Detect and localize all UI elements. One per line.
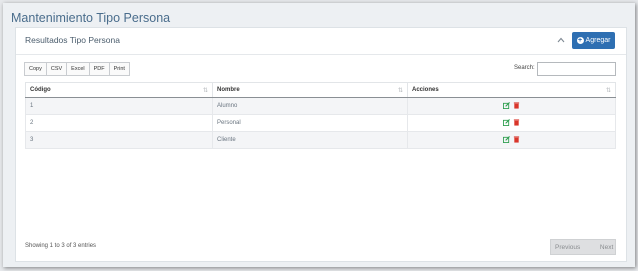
- results-panel: Resultados Tipo Persona + Agregar Copy C…: [15, 27, 627, 262]
- search-label: Search:: [514, 65, 535, 71]
- cell-codigo: 3: [25, 131, 213, 149]
- chevron-up-icon[interactable]: [557, 36, 565, 44]
- cell-nombre: Cliente: [212, 131, 408, 149]
- csv-button[interactable]: CSV: [45, 62, 68, 76]
- table-row: 3 Cliente: [25, 131, 616, 149]
- page-1-button[interactable]: 1: [584, 244, 596, 251]
- results-table: Código ⇅ Nombre ⇅ Acciones ⇅ 1 Alumno 2 …: [25, 82, 616, 149]
- page-title: Mantenimiento Tipo Persona: [11, 11, 171, 25]
- panel-header: Resultados Tipo Persona + Agregar: [16, 28, 626, 55]
- pagination: Previous 1 Next: [550, 239, 616, 255]
- header-acciones[interactable]: Acciones ⇅: [407, 82, 616, 98]
- next-button[interactable]: Next: [596, 244, 617, 251]
- table-info: Showing 1 to 3 of 3 entries: [25, 243, 97, 249]
- export-buttons: Copy CSV Excel PDF Print: [24, 62, 130, 76]
- pdf-button[interactable]: PDF: [88, 62, 110, 76]
- header-acciones-label: Acciones: [412, 87, 439, 93]
- trash-icon[interactable]: [513, 119, 520, 127]
- previous-button[interactable]: Previous: [551, 244, 584, 251]
- table-row: 1 Alumno: [25, 97, 616, 115]
- table-row: 2 Personal: [25, 114, 616, 132]
- print-button[interactable]: Print: [108, 62, 130, 76]
- excel-button[interactable]: Excel: [66, 62, 90, 76]
- header-nombre-label: Nombre: [217, 87, 240, 93]
- cell-acciones: [407, 131, 616, 149]
- page-container: Mantenimiento Tipo Persona Resultados Ti…: [3, 3, 635, 267]
- header-nombre[interactable]: Nombre ⇅: [212, 82, 408, 98]
- header-codigo-label: Código: [30, 87, 51, 93]
- edit-icon[interactable]: [502, 119, 510, 127]
- panel-title: Resultados Tipo Persona: [25, 35, 120, 45]
- cell-acciones: [407, 97, 616, 115]
- sort-asc-icon: ⇅: [202, 88, 208, 94]
- trash-icon[interactable]: [513, 136, 520, 144]
- cell-acciones: [407, 114, 616, 132]
- sort-icon: ⇅: [397, 88, 403, 94]
- add-button-label: Agregar: [585, 37, 611, 44]
- table-header-row: Código ⇅ Nombre ⇅ Acciones ⇅: [25, 82, 616, 98]
- cell-codigo: 2: [25, 114, 213, 132]
- edit-icon[interactable]: [502, 136, 510, 144]
- search-input[interactable]: [537, 62, 616, 76]
- cell-nombre: Alumno: [212, 97, 408, 115]
- edit-icon[interactable]: [502, 102, 510, 110]
- header-codigo[interactable]: Código ⇅: [25, 82, 213, 98]
- cell-nombre: Personal: [212, 114, 408, 132]
- copy-button[interactable]: Copy: [24, 62, 47, 76]
- trash-icon[interactable]: [513, 102, 520, 110]
- sort-icon: ⇅: [605, 88, 611, 94]
- cell-codigo: 1: [25, 97, 213, 115]
- add-button[interactable]: + Agregar: [572, 32, 615, 49]
- plus-circle-icon: +: [576, 37, 584, 44]
